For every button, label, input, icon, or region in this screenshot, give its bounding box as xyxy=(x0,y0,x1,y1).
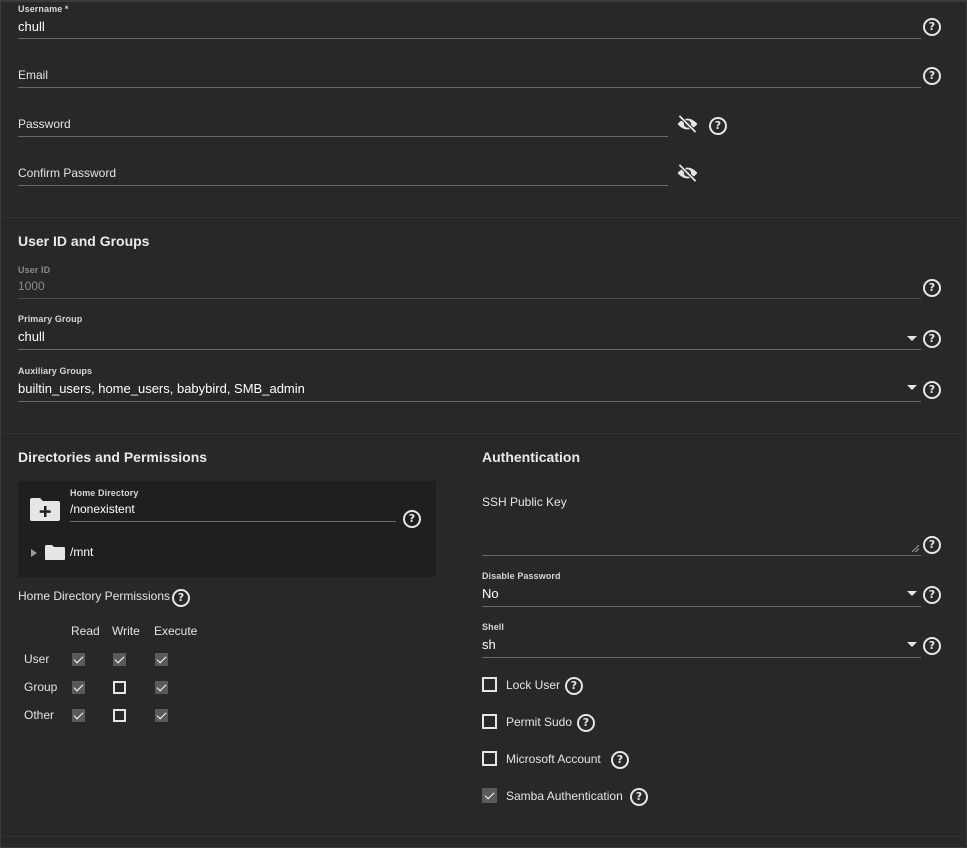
folder-plus-icon[interactable] xyxy=(29,497,61,522)
username-underline xyxy=(18,38,921,39)
section-title-directories: Directories and Permissions xyxy=(18,449,208,465)
eye-off-icon[interactable] xyxy=(676,115,699,133)
password-underline xyxy=(18,136,668,137)
section-divider xyxy=(2,217,963,218)
username-label: Username * xyxy=(18,4,69,14)
user-write-checkbox[interactable] xyxy=(113,653,126,666)
user-id-label: User ID xyxy=(18,265,51,275)
permissions-row-other: Other xyxy=(24,708,55,722)
disable-password-select[interactable]: No xyxy=(482,586,499,601)
ssh-public-key-textarea[interactable] xyxy=(482,520,920,555)
user-id-input[interactable]: 1000 xyxy=(18,279,45,293)
samba-authentication-label: Samba Authentication xyxy=(506,789,623,803)
email-help-icon[interactable]: ? xyxy=(923,67,941,85)
group-read-checkbox[interactable] xyxy=(72,681,85,694)
auxiliary-groups-label: Auxiliary Groups xyxy=(18,366,93,376)
home-directory-help-icon[interactable]: ? xyxy=(403,510,421,528)
lock-user-help-icon[interactable]: ? xyxy=(565,677,583,695)
home-directory-input[interactable]: /nonexistent xyxy=(70,502,135,516)
user-id-help-icon[interactable]: ? xyxy=(923,279,941,297)
password-field[interactable]: Password xyxy=(18,117,71,131)
folder-icon xyxy=(45,545,65,560)
ssh-public-key-label: SSH Public Key xyxy=(482,495,567,509)
email-field[interactable]: Email xyxy=(18,68,48,82)
disable-password-underline xyxy=(482,606,921,607)
shell-label: Shell xyxy=(482,622,505,632)
group-write-checkbox[interactable] xyxy=(113,681,126,694)
permissions-column-write: Write xyxy=(112,624,140,638)
auxiliary-groups-help-icon[interactable]: ? xyxy=(923,381,941,399)
user-read-checkbox[interactable] xyxy=(72,653,85,666)
microsoft-account-checkbox[interactable] xyxy=(482,751,497,766)
permissions-row-user: User xyxy=(24,652,50,666)
primary-group-label: Primary Group xyxy=(18,314,83,324)
other-execute-checkbox[interactable] xyxy=(155,709,168,722)
primary-group-help-icon[interactable]: ? xyxy=(923,330,941,348)
other-write-checkbox[interactable] xyxy=(113,709,126,722)
microsoft-account-help-icon[interactable]: ? xyxy=(611,751,629,769)
microsoft-account-label: Microsoft Account xyxy=(506,752,601,766)
email-underline xyxy=(18,87,921,88)
permit-sudo-checkbox[interactable] xyxy=(482,714,497,729)
section-divider xyxy=(2,433,963,434)
other-read-checkbox[interactable] xyxy=(72,709,85,722)
permissions-column-execute: Execute xyxy=(154,624,198,638)
samba-authentication-help-icon[interactable]: ? xyxy=(630,788,648,806)
permit-sudo-help-icon[interactable]: ? xyxy=(577,714,595,732)
permissions-row-group: Group xyxy=(24,680,58,694)
caret-down-icon[interactable] xyxy=(907,642,917,647)
disable-password-help-icon[interactable]: ? xyxy=(923,586,941,604)
caret-down-icon[interactable] xyxy=(907,336,917,341)
section-title-user-id-groups: User ID and Groups xyxy=(18,233,150,249)
caret-down-icon[interactable] xyxy=(907,385,917,390)
eye-off-icon[interactable] xyxy=(676,164,699,182)
lock-user-checkbox[interactable] xyxy=(482,677,497,692)
primary-group-select[interactable]: chull xyxy=(18,329,45,344)
textarea-resize-handle[interactable] xyxy=(912,545,919,552)
samba-authentication-checkbox[interactable] xyxy=(482,788,497,803)
user-id-underline xyxy=(18,298,921,299)
permissions-help-icon[interactable]: ? xyxy=(172,589,190,607)
section-title-authentication: Authentication xyxy=(482,449,580,465)
home-directory-permissions-label: Home Directory Permissions xyxy=(18,589,171,603)
auxiliary-groups-select[interactable]: builtin_users, home_users, babybird, SMB… xyxy=(18,381,305,396)
group-execute-checkbox[interactable] xyxy=(155,681,168,694)
section-divider xyxy=(2,836,963,837)
username-help-icon[interactable]: ? xyxy=(923,18,941,36)
confirm-password-field[interactable]: Confirm Password xyxy=(18,166,116,180)
home-directory-underline xyxy=(70,521,396,522)
auxiliary-groups-underline xyxy=(18,401,921,402)
triangle-right-icon[interactable] xyxy=(31,549,37,557)
permissions-column-read: Read xyxy=(71,624,100,638)
home-directory-label: Home Directory xyxy=(70,488,139,498)
disable-password-label: Disable Password xyxy=(482,571,561,581)
shell-help-icon[interactable]: ? xyxy=(923,637,941,655)
primary-group-underline xyxy=(18,349,921,350)
caret-down-icon[interactable] xyxy=(907,591,917,596)
ssh-key-help-icon[interactable]: ? xyxy=(923,536,941,554)
shell-select[interactable]: sh xyxy=(482,637,496,652)
username-input[interactable]: chull xyxy=(18,19,45,34)
lock-user-label: Lock User xyxy=(506,678,561,692)
permit-sudo-label: Permit Sudo xyxy=(506,715,573,729)
confirm-password-underline xyxy=(18,185,668,186)
password-help-icon[interactable]: ? xyxy=(709,117,727,135)
tree-node-mnt[interactable]: /mnt xyxy=(70,545,93,559)
ssh-key-underline xyxy=(482,555,921,556)
user-execute-checkbox[interactable] xyxy=(155,653,168,666)
shell-underline xyxy=(482,657,921,658)
